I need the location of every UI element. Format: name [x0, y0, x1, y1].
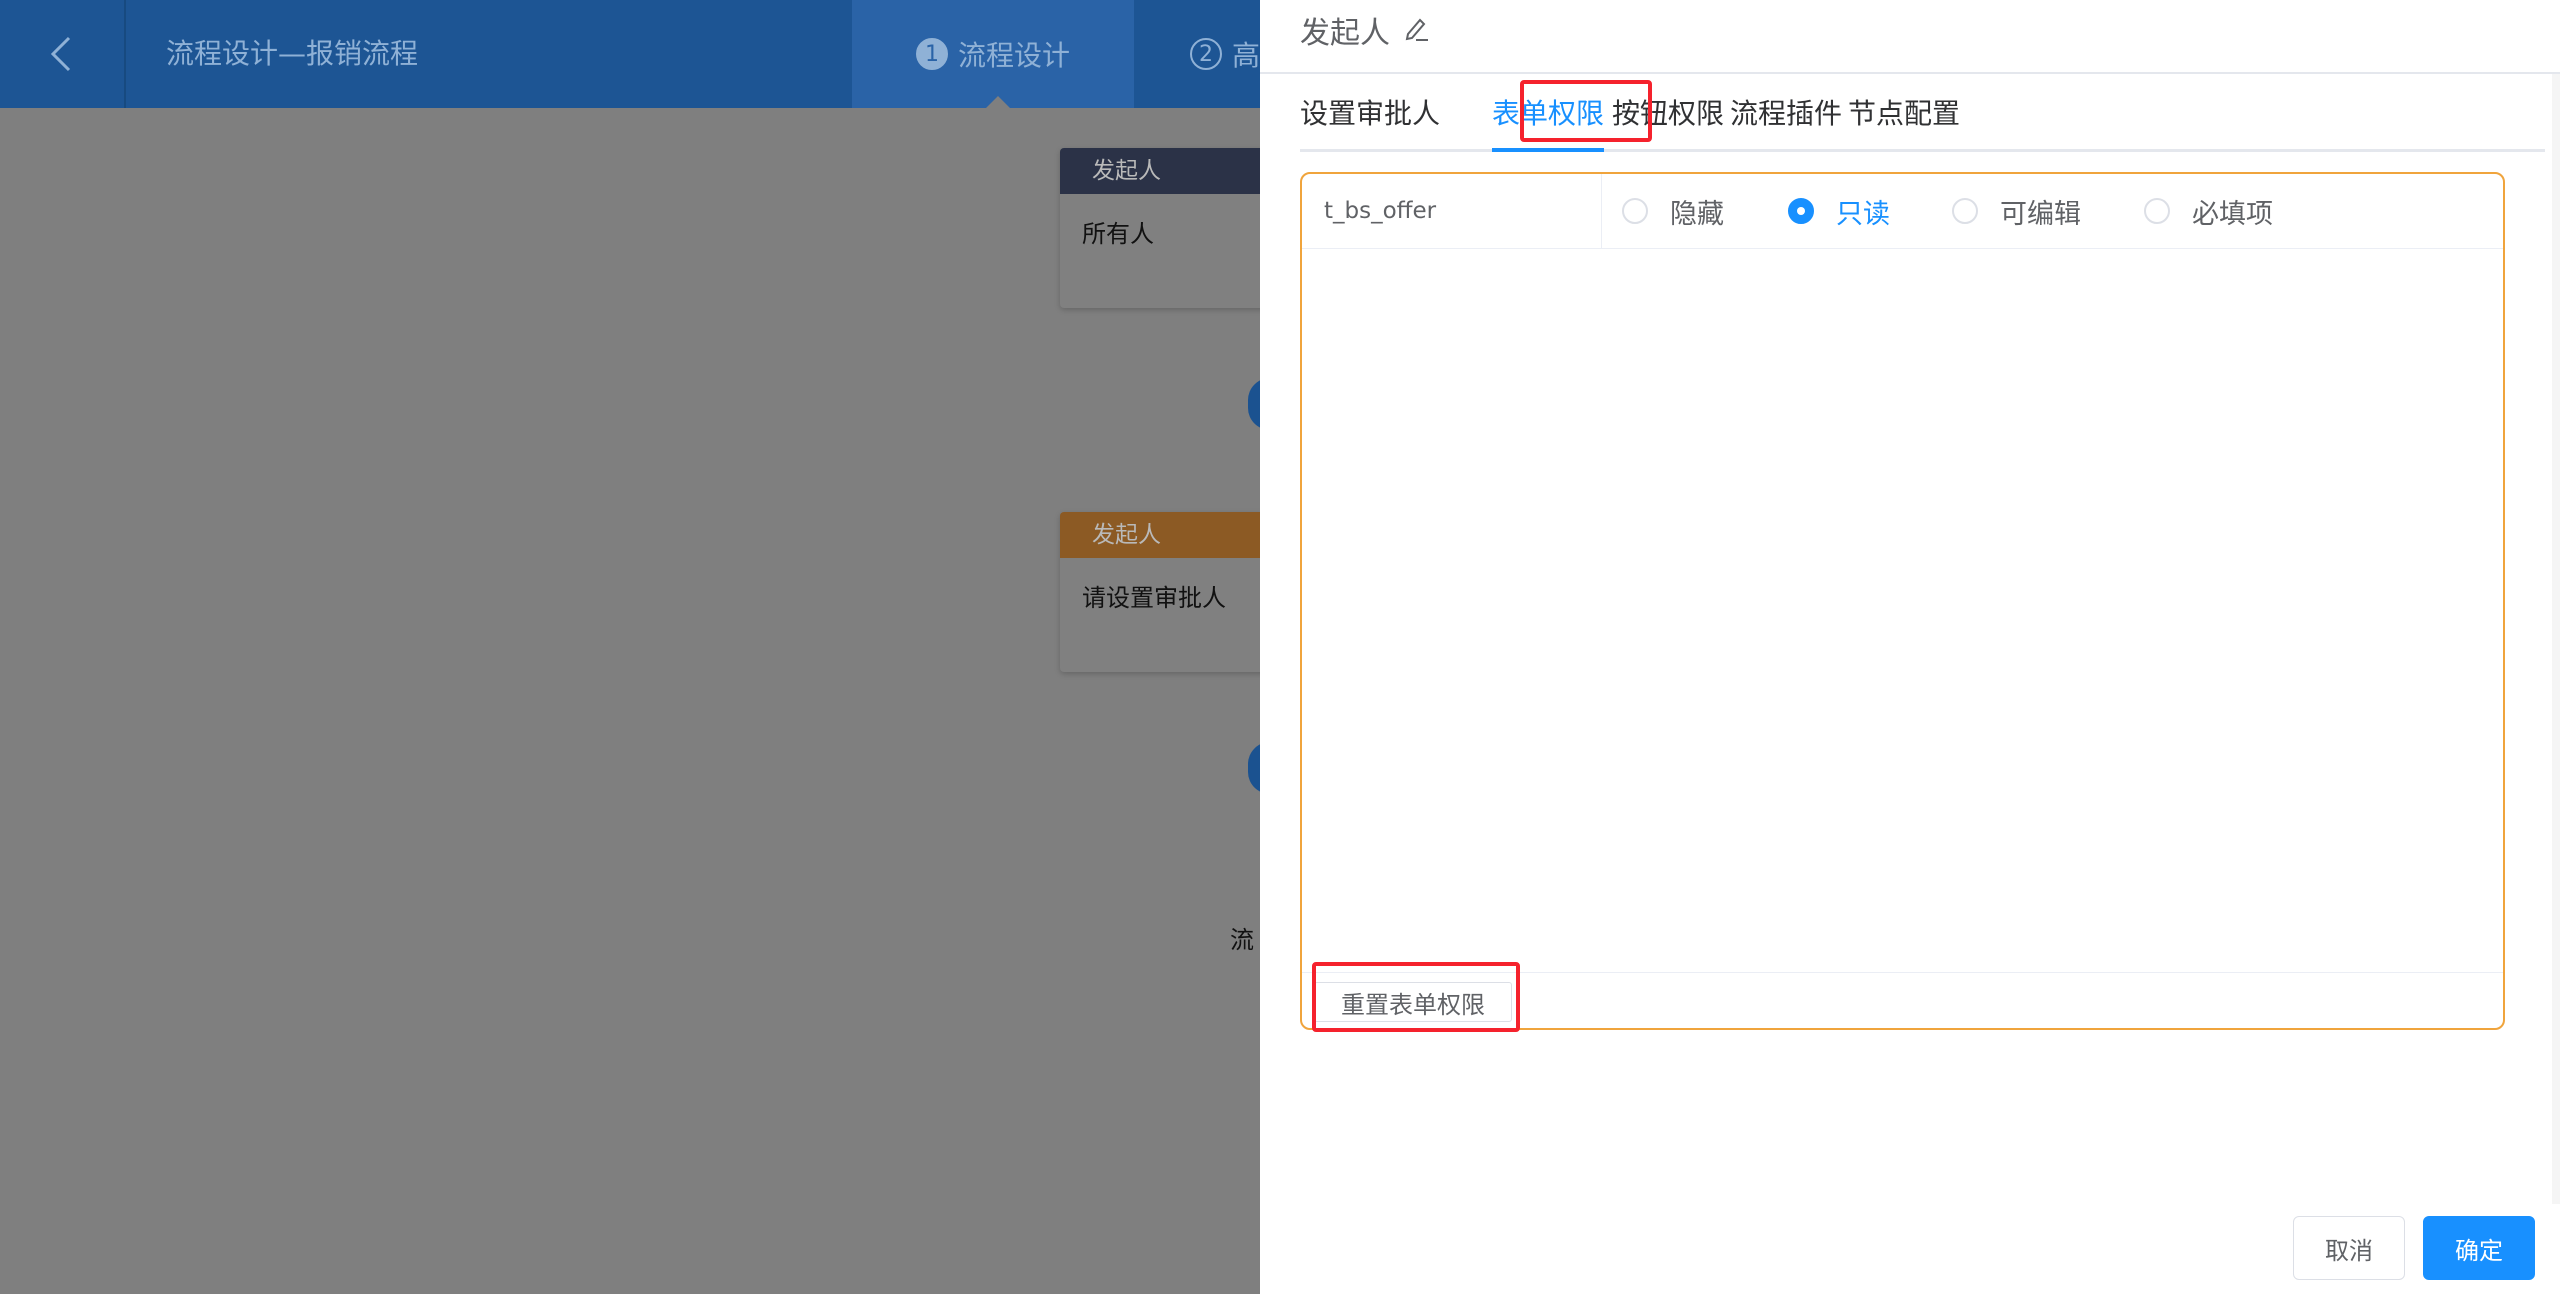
confirm-button[interactable]: 确定 [2423, 1216, 2535, 1280]
radio-label: 隐藏 [1670, 198, 1724, 230]
edit-pencil-icon[interactable] [1402, 14, 1430, 42]
step-number: 1 [915, 38, 948, 70]
radio-readonly[interactable]: 只读 [1788, 174, 1890, 248]
flow-end-label: 流 [1230, 926, 1254, 954]
radio-required[interactable]: 必填项 [2144, 174, 2273, 248]
active-step-caret [986, 96, 1010, 108]
page-title: 流程设计—报销流程 [166, 37, 419, 70]
config-tabs: 设置审批人 表单权限 按钮权限 流程插件 节点配置 [1300, 74, 2545, 152]
reset-form-permission-button[interactable]: 重置表单权限 [1314, 982, 1512, 1022]
tab-button-permission[interactable]: 按钮权限 [1612, 74, 1724, 152]
cancel-button[interactable]: 取消 [2293, 1216, 2405, 1280]
step-label: 高 [1232, 39, 1261, 72]
step-label: 流程设计 [957, 39, 1070, 72]
scrollbar[interactable] [2552, 74, 2560, 1204]
tab-form-permission[interactable]: 表单权限 [1492, 74, 1604, 152]
field-name: t_bs_offer [1302, 174, 1602, 248]
tab-flow-plugin[interactable]: 流程插件 [1730, 74, 1842, 152]
step-number: 2 [1190, 38, 1222, 70]
step-advanced[interactable]: 2 高 [1190, 0, 1260, 108]
radio-editable[interactable]: 可编辑 [1952, 174, 2081, 248]
tabs-baseline [1300, 149, 2545, 152]
table-row: t_bs_offer 隐藏 只读 可编辑 必填项 [1302, 174, 2503, 249]
tab-node-config[interactable]: 节点配置 [1848, 74, 1960, 152]
radio-label: 必填项 [2192, 198, 2273, 230]
top-bar: 流程设计—报销流程 1 流程设计 2 高 [0, 0, 1300, 108]
chevron-left-icon [50, 36, 71, 72]
drawer-title: 发起人 [1300, 0, 1430, 72]
flow-canvas: 发起人 所有人 发起人 请设置审批人 流 [0, 108, 1360, 1294]
node-config-drawer: 发起人 设置审批人 表单权限 按钮权限 流程插件 节点配置 t_bs_offer… [1260, 0, 2560, 1294]
panel-footer-divider [1302, 972, 2503, 973]
radio-hidden[interactable]: 隐藏 [1622, 174, 1724, 248]
radio-circle [1622, 198, 1648, 224]
drawer-title-text: 发起人 [1300, 16, 1390, 51]
radio-label: 只读 [1836, 198, 1890, 230]
radio-circle [1788, 198, 1814, 224]
tab-set-approver[interactable]: 设置审批人 [1300, 74, 1440, 152]
back-button[interactable] [0, 0, 126, 108]
step-design[interactable]: 1 流程设计 [852, 0, 1134, 108]
radio-label: 可编辑 [2000, 198, 2081, 230]
radio-circle [1952, 198, 1978, 224]
radio-circle [2144, 198, 2170, 224]
form-permission-panel: t_bs_offer 隐藏 只读 可编辑 必填项 重置表单权限 [1300, 172, 2505, 1030]
active-tab-indicator [1492, 148, 1604, 152]
